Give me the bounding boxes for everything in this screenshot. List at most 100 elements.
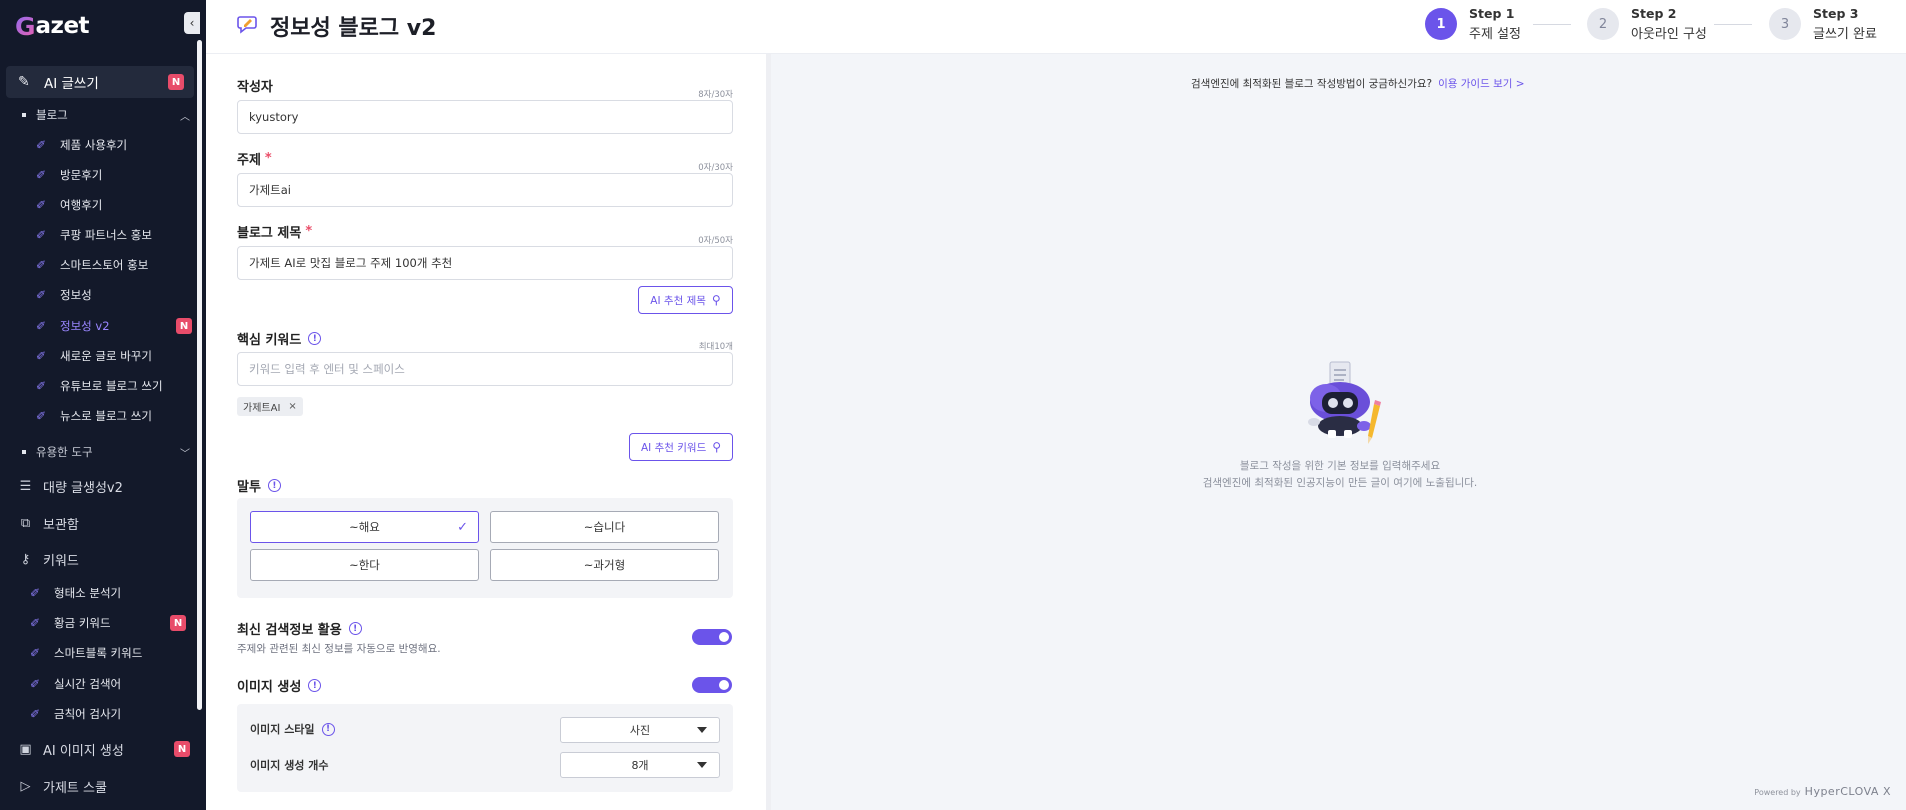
- blog-edit-icon: ✐: [36, 319, 47, 333]
- image-style-select[interactable]: 사진: [560, 717, 720, 743]
- sidebar-item-label: 금칙어 검사기: [54, 707, 122, 721]
- keyword-input[interactable]: 키워드 입력 후 엔터 및 스페이스: [237, 352, 733, 386]
- info-icon[interactable]: !: [348, 622, 362, 635]
- sidebar-item-smartstore[interactable]: ✐ 스마트스토어 홍보: [36, 256, 196, 274]
- new-badge: N: [168, 74, 184, 90]
- sidebar-item-travel-review[interactable]: ✐ 여행후기: [36, 196, 196, 214]
- page-title: 정보성 블로그 v2: [270, 16, 437, 41]
- info-icon[interactable]: !: [321, 722, 335, 736]
- image-count-label: 이미지 생성 개수: [250, 757, 329, 773]
- label-text: 블로그 제목: [237, 226, 302, 241]
- sidebar-item-school[interactable]: ▷ 가제트 스쿨: [18, 776, 194, 796]
- sidebar-item-smartblock[interactable]: ✐ 스마트블록 키워드: [30, 644, 190, 662]
- sidebar-item-storage[interactable]: ⧉ 보관함: [18, 513, 194, 533]
- step-1: 1 Step 1 주제 설정: [1425, 6, 1521, 42]
- step-connector: [1533, 24, 1571, 25]
- ai-recommend-keyword-button[interactable]: AI 추천 키워드 ⚲: [629, 433, 733, 461]
- sidebar-item-product-review[interactable]: ✐ 제품 사용후기: [36, 136, 196, 154]
- toggle-knob: [719, 680, 729, 690]
- sidebar-group-tools[interactable]: 유용한 도구 ﹀: [22, 444, 190, 460]
- sidebar-item-label: 방문후기: [60, 168, 103, 182]
- sidebar-item-informative[interactable]: ✐ 정보성: [36, 286, 196, 304]
- guide-link[interactable]: 이용 가이드 보기 >: [1438, 78, 1524, 90]
- tone-option-handa[interactable]: ~한다: [250, 549, 479, 581]
- gazet-logo[interactable]: Gazet: [15, 11, 90, 41]
- info-icon[interactable]: !: [308, 679, 322, 692]
- guide-text: 검색엔진에 최적화된 블로그 작성방법이 궁금하신가요?: [1191, 78, 1433, 90]
- sidebar-item-label: 가제트 스쿨: [43, 780, 107, 796]
- page-header: 정보성 블로그 v2 1 Step 1 주제 설정 2 Step 2 아웃라인 구성…: [206, 0, 1906, 54]
- label-text: 주제: [237, 153, 261, 168]
- sidebar-item-youtube-blog[interactable]: ✐ 유튜브로 블로그 쓰기: [36, 377, 196, 395]
- label-text: 이미지 생성 개수: [250, 759, 329, 772]
- blog-title-input[interactable]: 가제트 AI로 맛집 블로그 주제 100개 추천: [237, 246, 733, 280]
- topic-input[interactable]: 가제트ai: [237, 173, 733, 207]
- step-number: Step 2: [1631, 6, 1677, 21]
- sidebar-item-coupang-partners[interactable]: ✐ 쿠팡 파트너스 홍보: [36, 226, 196, 244]
- step-name: 글쓰기 완료: [1813, 27, 1877, 42]
- sidebar-item-golden-keyword[interactable]: ✐ 황금 키워드 N: [30, 614, 190, 632]
- step-circle: 3: [1769, 8, 1801, 40]
- sidebar-item-label: 보관함: [43, 517, 79, 533]
- step-2: 2 Step 2 아웃라인 구성: [1587, 6, 1707, 42]
- sidebar-item-forbidden[interactable]: ✐ 금칙어 검사기: [30, 705, 190, 723]
- tone-option-seumnida[interactable]: ~습니다: [490, 511, 719, 543]
- sidebar-item-rewrite[interactable]: ✐ 새로운 글로 바꾸기: [36, 347, 196, 365]
- sidebar-item-keyword[interactable]: ⚷ 키워드: [18, 549, 194, 569]
- blog-edit-icon: ✐: [30, 646, 41, 660]
- blog-edit-icon: ✐: [36, 138, 47, 152]
- label-text: 말투: [237, 480, 261, 495]
- image-count-select[interactable]: 8개: [560, 752, 720, 778]
- sidebar-item-label: 키워드: [43, 553, 79, 569]
- button-label: AI 추천 키워드: [640, 441, 707, 454]
- chevron-left-icon: ‹: [189, 16, 195, 30]
- close-icon[interactable]: ×: [288, 401, 296, 412]
- sidebar-item-ai-writing[interactable]: ✎ AI 글쓰기 N: [6, 66, 194, 98]
- empty-state-line-2: 검색엔진에 최적화된 인공지능이 만든 글이 여기에 노출됩니다.: [1202, 477, 1478, 489]
- collapse-sidebar-button[interactable]: ‹: [184, 12, 200, 34]
- sidebar-item-realtime[interactable]: ✐ 실시간 검색어: [30, 675, 190, 693]
- latest-info-toggle[interactable]: [692, 629, 732, 645]
- sidebar: Gazet ‹ ✎ AI 글쓰기 N 블로그 ︿ ✐ 제품 사용후기 ✐ 방문후기 …: [0, 0, 206, 810]
- check-icon: ✓: [457, 519, 468, 535]
- sidebar-item-informative-v2[interactable]: ✐ 정보성 v2 N: [36, 317, 196, 335]
- form-scrollbar[interactable]: [766, 54, 771, 810]
- sidebar-scrollbar[interactable]: [197, 40, 202, 710]
- image-generation-toggle[interactable]: [692, 677, 732, 693]
- tone-option-past[interactable]: ~과거형: [490, 549, 719, 581]
- sidebar-item-label: 제품 사용후기: [60, 138, 128, 152]
- sidebar-item-label: 정보성: [60, 288, 92, 302]
- caret-down-icon: [697, 727, 707, 733]
- label-text: 최신 검색정보 활용: [237, 623, 342, 638]
- sidebar-item-news-blog[interactable]: ✐ 뉴스로 블로그 쓰기: [36, 407, 196, 425]
- sidebar-item-ai-image[interactable]: ▣ AI 이미지 생성 N: [18, 739, 194, 759]
- sidebar-item-label: 황금 키워드: [54, 616, 111, 630]
- search-icon: ⚲: [711, 293, 721, 307]
- label-text: 핵심 키워드: [237, 333, 302, 348]
- blog-edit-icon: ✐: [30, 707, 41, 721]
- tone-option-haeyo[interactable]: ~해요 ✓: [250, 511, 479, 543]
- author-input[interactable]: kyustory: [237, 100, 733, 134]
- sidebar-item-label: 형태소 분석기: [54, 586, 122, 600]
- sidebar-item-bulk-generate[interactable]: ☰ 대량 글생성v2: [18, 476, 194, 496]
- info-icon[interactable]: !: [267, 479, 281, 492]
- sidebar-item-morpheme[interactable]: ✐ 형태소 분석기: [30, 584, 190, 602]
- new-badge: N: [176, 318, 192, 334]
- sidebar-group-blog[interactable]: 블로그 ︿: [22, 107, 190, 123]
- label-text: 이미지 생성: [237, 680, 302, 695]
- label-text: 이미지 스타일: [250, 723, 315, 736]
- option-label: ~한다: [349, 558, 380, 572]
- new-badge: N: [174, 741, 190, 757]
- info-icon[interactable]: !: [308, 332, 322, 345]
- tone-label: 말투!: [237, 476, 281, 495]
- chevron-up-icon: ︿: [180, 111, 190, 123]
- sidebar-item-visit-review[interactable]: ✐ 방문후기: [36, 166, 196, 184]
- ai-recommend-title-button[interactable]: AI 추천 제목 ⚲: [638, 286, 733, 314]
- author-char-count: 8자/30자: [698, 90, 733, 100]
- bullet-icon: [22, 450, 26, 454]
- sidebar-item-label: AI 글쓰기: [44, 76, 99, 92]
- sidebar-item-label: 실시간 검색어: [54, 677, 122, 691]
- search-icon: ⚲: [712, 440, 722, 454]
- blog-edit-icon: ✐: [36, 258, 47, 272]
- label-text: 작성자: [237, 80, 273, 95]
